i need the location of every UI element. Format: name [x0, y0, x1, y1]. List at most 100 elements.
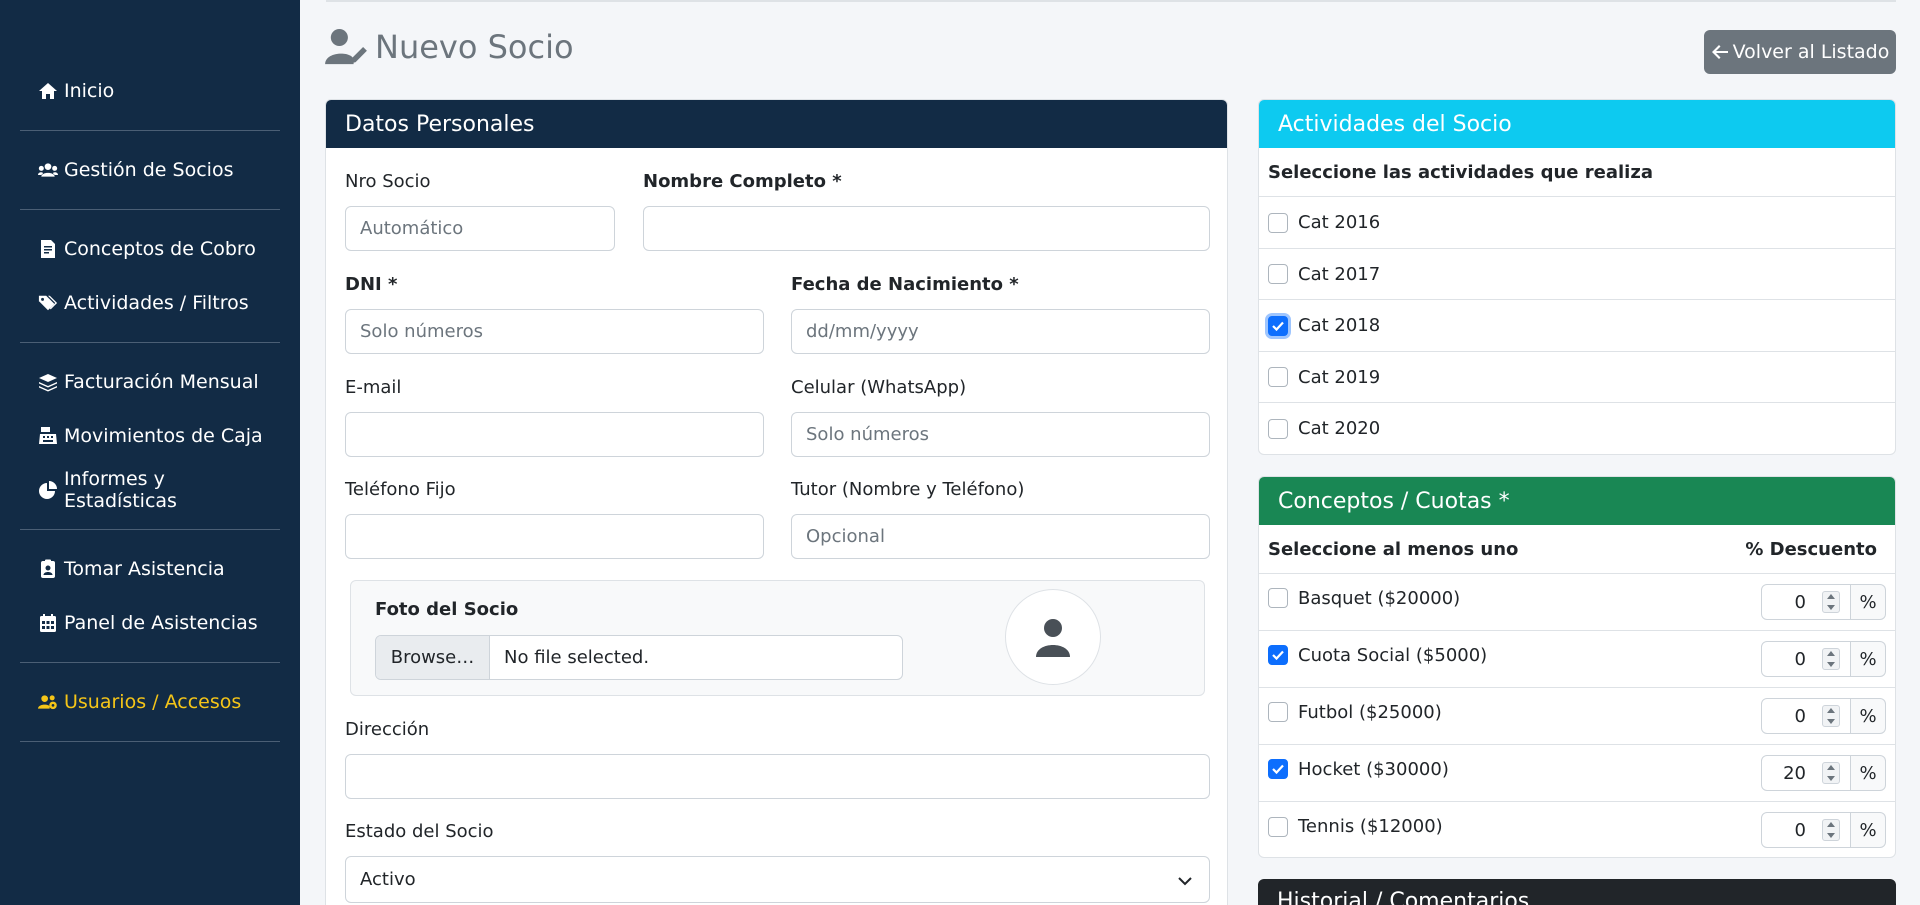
direccion-label: Dirección — [345, 719, 430, 740]
discount-value: 0 — [1794, 705, 1806, 727]
concept-row[interactable]: Cuota Social ($5000) 0 % — [1259, 631, 1895, 688]
dni-input[interactable] — [345, 309, 764, 354]
discount-value: 0 — [1794, 819, 1806, 841]
sidebar-item-usuarios[interactable]: Usuarios / Accesos — [20, 675, 280, 729]
sidebar-item-informes[interactable]: Informes y Estadísticas — [20, 463, 280, 517]
photo-file-input[interactable]: Browse… No file selected. — [375, 635, 903, 680]
tutor-input[interactable] — [791, 514, 1210, 559]
top-divider — [326, 0, 1896, 2]
concept-checkbox[interactable] — [1268, 588, 1288, 608]
personal-data-card: Datos Personales Nro Socio Nombre Comple… — [325, 99, 1228, 905]
celular-input[interactable] — [791, 412, 1210, 457]
activity-row[interactable]: Cat 2017 — [1259, 249, 1895, 300]
sidebar-item-conceptos[interactable]: Conceptos de Cobro — [20, 222, 280, 276]
concept-label: Basquet ($20000) — [1298, 587, 1461, 609]
spin-buttons[interactable] — [1822, 591, 1840, 613]
discount-group: 0 % — [1761, 698, 1886, 734]
discount-input[interactable]: 0 — [1761, 698, 1851, 734]
discount-input[interactable]: 0 — [1761, 584, 1851, 620]
fecha-nacimiento-label: Fecha de Nacimiento * — [791, 274, 1019, 295]
activity-label: Cat 2017 — [1298, 263, 1381, 285]
concept-row[interactable]: Basquet ($20000) 0 % — [1259, 574, 1895, 631]
percent-addon: % — [1851, 755, 1886, 791]
discount-value: 20 — [1783, 762, 1806, 784]
activity-checkbox[interactable] — [1268, 264, 1288, 284]
home-icon — [39, 83, 57, 99]
check-icon — [1272, 321, 1284, 331]
activity-checkbox[interactable] — [1268, 367, 1288, 387]
estado-value: Activo — [360, 869, 416, 890]
sidebar-item-panel-asistencias[interactable]: Panel de Asistencias — [20, 596, 280, 650]
sidebar-item-label: Actividades / Filtros — [64, 292, 249, 314]
discount-value: 0 — [1794, 591, 1806, 613]
nombre-input[interactable] — [643, 206, 1210, 251]
concept-row[interactable]: Tennis ($12000) 0 % — [1259, 802, 1895, 857]
spin-buttons[interactable] — [1822, 648, 1840, 670]
file-invoice-icon — [41, 240, 55, 258]
spin-buttons[interactable] — [1822, 762, 1840, 784]
concept-checkbox[interactable] — [1268, 759, 1288, 779]
browse-button[interactable]: Browse… — [376, 636, 490, 679]
activity-row[interactable]: Cat 2018 — [1259, 300, 1895, 352]
discount-input[interactable]: 20 — [1761, 755, 1851, 791]
discount-group: 20 % — [1761, 755, 1886, 791]
discount-group: 0 % — [1761, 584, 1886, 620]
percent-addon: % — [1851, 698, 1886, 734]
concept-checkbox[interactable] — [1268, 645, 1288, 665]
sidebar-item-label: Movimientos de Caja — [64, 425, 263, 447]
estado-select[interactable]: Activo — [345, 856, 1210, 903]
concept-checkbox[interactable] — [1268, 816, 1288, 837]
layers-icon — [39, 374, 57, 392]
discount-input[interactable]: 0 — [1761, 812, 1851, 848]
file-name: No file selected. — [504, 647, 650, 668]
users-icon — [38, 163, 58, 177]
activities-card: Actividades del Socio Seleccione las act… — [1258, 99, 1896, 455]
email-input[interactable] — [345, 412, 764, 457]
activity-checkbox[interactable] — [1268, 315, 1288, 336]
discount-header: % Descuento — [1745, 538, 1877, 560]
tutor-label: Tutor (Nombre y Teléfono) — [791, 479, 1025, 500]
telefono-input[interactable] — [345, 514, 764, 559]
concept-label: Cuota Social ($5000) — [1298, 644, 1488, 666]
photo-section: Foto del Socio Browse… No file selected. — [350, 580, 1205, 696]
card-title: Datos Personales — [345, 111, 535, 137]
concept-label: Futbol ($25000) — [1298, 701, 1442, 723]
activity-row[interactable]: Cat 2019 — [1259, 352, 1895, 403]
card-title: Historial / Comentarios — [1277, 889, 1530, 905]
direccion-input[interactable] — [345, 754, 1210, 799]
activity-checkbox[interactable] — [1268, 212, 1288, 233]
concept-row[interactable]: Hocket ($30000) 20 % — [1259, 745, 1895, 802]
nombre-label: Nombre Completo * — [643, 171, 842, 192]
concept-checkbox[interactable] — [1268, 702, 1288, 722]
sidebar-item-inicio[interactable]: Inicio — [20, 64, 280, 118]
back-to-list-button[interactable]: Volver al Listado — [1704, 30, 1896, 74]
concept-row[interactable]: Futbol ($25000) 0 % — [1259, 688, 1895, 745]
fecha-nacimiento-input[interactable] — [791, 309, 1210, 354]
estado-label: Estado del Socio — [345, 821, 494, 842]
spin-buttons[interactable] — [1822, 819, 1840, 841]
clipboard-user-icon — [41, 559, 55, 578]
sidebar: Inicio Gestión de Socios Conceptos de Co… — [0, 0, 300, 905]
concept-label: Hocket ($30000) — [1298, 758, 1449, 780]
users-cog-icon — [38, 695, 57, 710]
activity-row[interactable]: Cat 2020 — [1259, 403, 1895, 454]
sidebar-item-actividades[interactable]: Actividades / Filtros — [20, 276, 280, 330]
cash-register-icon — [39, 427, 57, 444]
concepts-header: Conceptos / Cuotas * — [1259, 477, 1895, 525]
sidebar-item-socios[interactable]: Gestión de Socios — [20, 143, 280, 197]
activity-checkbox[interactable] — [1268, 418, 1288, 439]
activity-row[interactable]: Cat 2016 — [1259, 197, 1895, 249]
sidebar-item-tomar-asistencia[interactable]: Tomar Asistencia — [20, 542, 280, 596]
discount-input[interactable]: 0 — [1761, 641, 1851, 677]
concepts-subheader: Seleccione al menos uno % Descuento — [1259, 525, 1895, 574]
sidebar-item-facturacion[interactable]: Facturación Mensual — [20, 355, 280, 409]
sidebar-item-caja[interactable]: Movimientos de Caja — [20, 409, 280, 463]
page-title: Nuevo Socio — [325, 28, 574, 66]
nro-socio-input[interactable] — [345, 206, 615, 251]
check-icon — [1272, 764, 1284, 775]
percent-addon: % — [1851, 584, 1886, 620]
percent-addon: % — [1851, 812, 1886, 848]
discount-group: 0 % — [1761, 812, 1886, 848]
email-label: E-mail — [345, 377, 402, 398]
spin-buttons[interactable] — [1822, 705, 1840, 727]
